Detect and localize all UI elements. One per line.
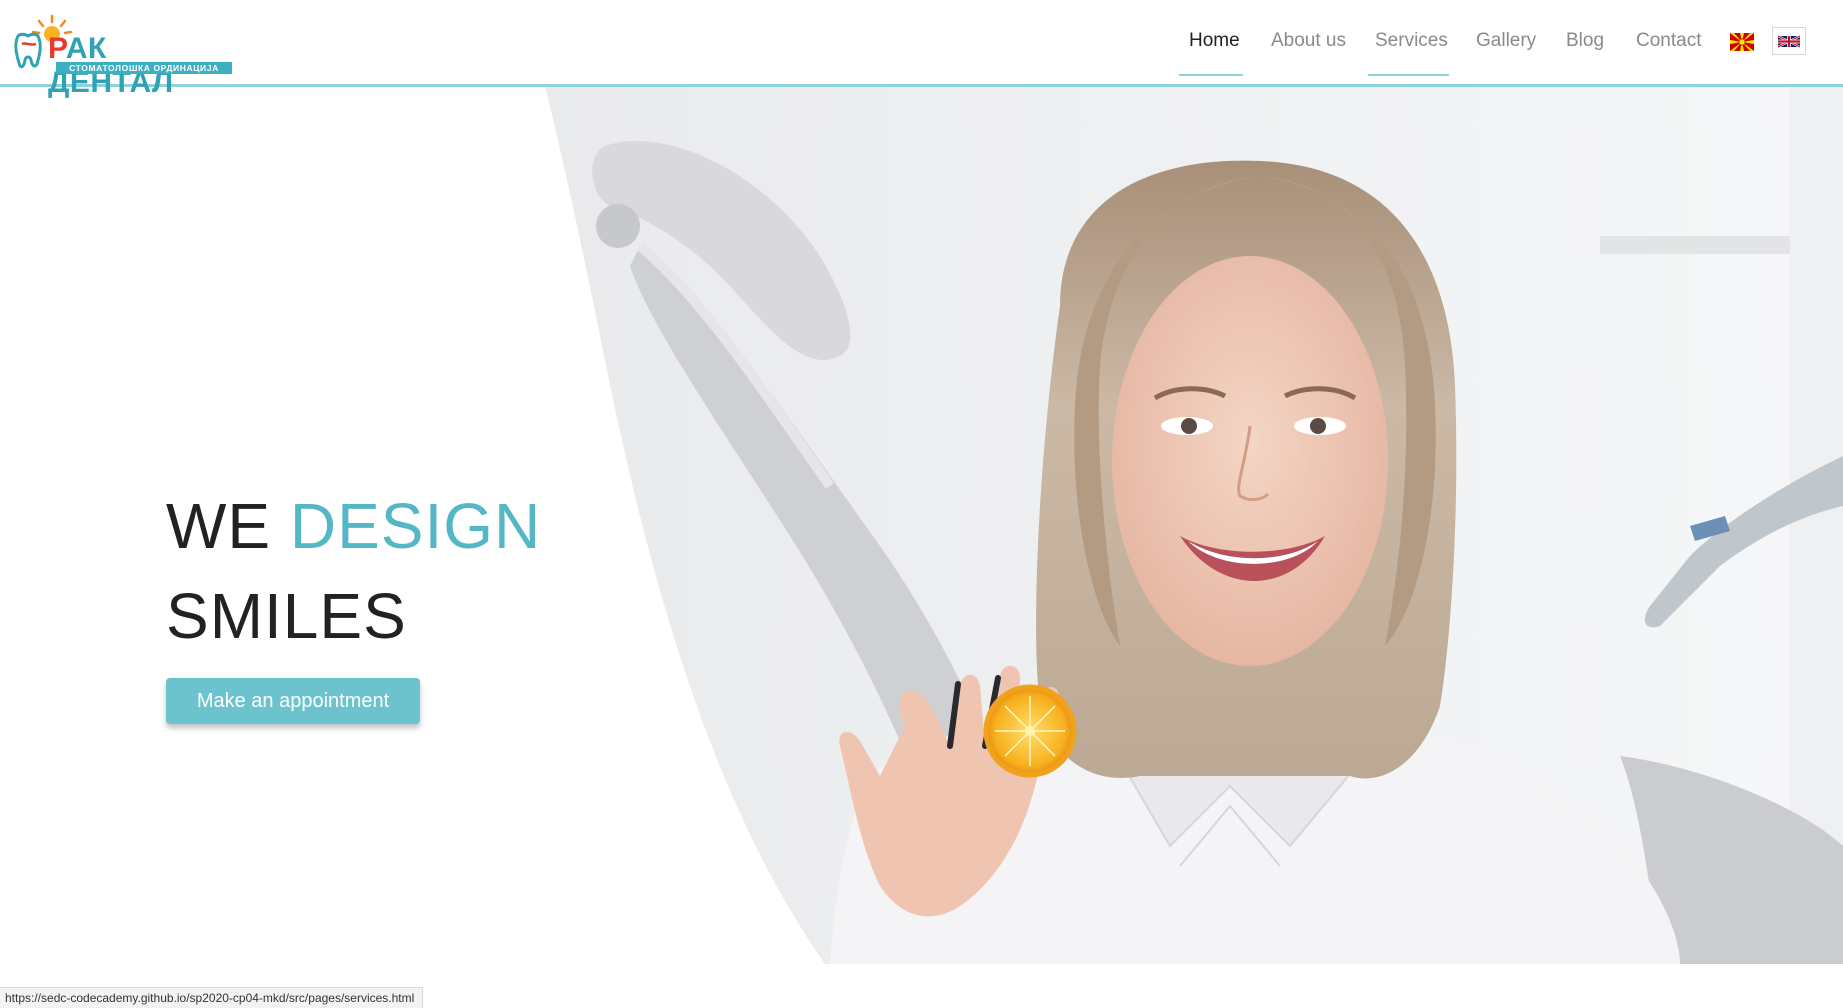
headline-accent: DESIGN: [289, 490, 542, 562]
logo-tagline: СТОМАТОЛОШКА ОРДИНАЦИЈА: [56, 62, 232, 74]
hero-section: WE DESIGN SMILES Make an appointment: [0, 86, 1843, 964]
uk-flag-icon[interactable]: [1778, 34, 1800, 49]
nav-contact[interactable]: Contact: [1636, 30, 1701, 52]
site-header: РАК ДЕНТАЛ СТОМАТОЛОШКА ОРДИНАЦИЈА Home …: [0, 0, 1843, 99]
nav-about[interactable]: About us: [1271, 30, 1346, 52]
headline-line2: SMILES: [166, 580, 407, 652]
headline-plain: WE: [166, 490, 290, 562]
nav-home-underline: [1179, 74, 1243, 76]
nav-blog[interactable]: Blog: [1566, 30, 1604, 52]
make-appointment-button[interactable]: Make an appointment: [166, 678, 420, 724]
mk-flag-icon[interactable]: [1730, 33, 1754, 51]
nav-services[interactable]: Services: [1375, 30, 1448, 52]
nav-services-underline: [1368, 74, 1449, 76]
status-bar-url: https://sedc-codecademy.github.io/sp2020…: [0, 987, 424, 1008]
nav-home[interactable]: Home: [1189, 30, 1240, 52]
tooth-icon: [14, 32, 42, 69]
brand-logo[interactable]: РАК ДЕНТАЛ СТОМАТОЛОШКА ОРДИНАЦИЈА: [12, 14, 232, 99]
nav-gallery[interactable]: Gallery: [1476, 30, 1536, 52]
hero-headline: WE DESIGN SMILES: [166, 481, 686, 661]
